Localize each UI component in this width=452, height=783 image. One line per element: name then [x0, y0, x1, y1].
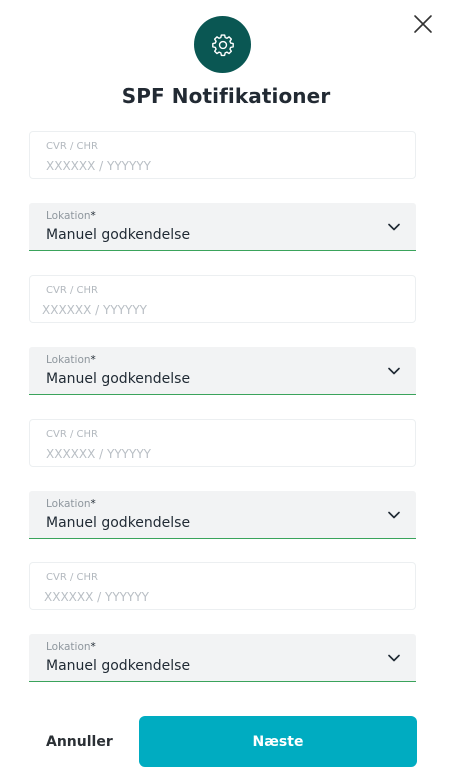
required-mark: *	[90, 354, 96, 366]
location-select-4[interactable]: Lokation* Manuel godkendelse	[29, 634, 416, 682]
cvr-label: CVR / CHR	[46, 572, 98, 583]
cancel-button[interactable]: Annuller	[34, 725, 120, 759]
location-select-1[interactable]: Lokation* Manuel godkendelse	[29, 203, 416, 251]
chevron-down-icon	[388, 223, 400, 231]
cvr-field-3[interactable]: CVR / CHR	[29, 419, 416, 467]
required-mark: *	[90, 641, 96, 653]
cvr-input[interactable]	[46, 159, 386, 173]
location-value: Manuel godkendelse	[46, 371, 191, 387]
chevron-down-icon	[388, 367, 400, 375]
location-label: Lokation*	[46, 641, 96, 653]
location-label: Lokation*	[46, 210, 96, 222]
chevron-down-icon	[388, 654, 400, 662]
close-icon[interactable]	[412, 13, 434, 35]
required-mark: *	[90, 210, 96, 222]
next-button[interactable]: Næste	[139, 716, 417, 767]
location-select-2[interactable]: Lokation* Manuel godkendelse	[29, 347, 416, 395]
cvr-field-1[interactable]: CVR / CHR	[29, 131, 416, 179]
cvr-label: CVR / CHR	[46, 141, 98, 152]
cvr-field-2[interactable]: CVR / CHR	[29, 275, 416, 323]
gear-icon	[211, 33, 234, 56]
location-value: Manuel godkendelse	[46, 227, 191, 243]
cvr-label: CVR / CHR	[46, 285, 98, 296]
cvr-label: CVR / CHR	[46, 429, 98, 440]
location-value: Manuel godkendelse	[46, 515, 191, 531]
location-label: Lokation*	[46, 354, 96, 366]
location-label: Lokation*	[46, 498, 96, 510]
location-value: Manuel godkendelse	[46, 658, 191, 674]
required-mark: *	[90, 498, 96, 510]
dialog-title: SPF Notifikationer	[121, 84, 331, 108]
location-select-3[interactable]: Lokation* Manuel godkendelse	[29, 491, 416, 539]
close-button[interactable]	[412, 13, 434, 35]
chevron-down-icon	[388, 511, 400, 519]
header-icon-circle	[194, 16, 251, 73]
cvr-input[interactable]	[44, 590, 384, 604]
cvr-field-4[interactable]: CVR / CHR	[29, 562, 416, 610]
cvr-input[interactable]	[46, 447, 386, 461]
cvr-input[interactable]	[42, 303, 382, 317]
